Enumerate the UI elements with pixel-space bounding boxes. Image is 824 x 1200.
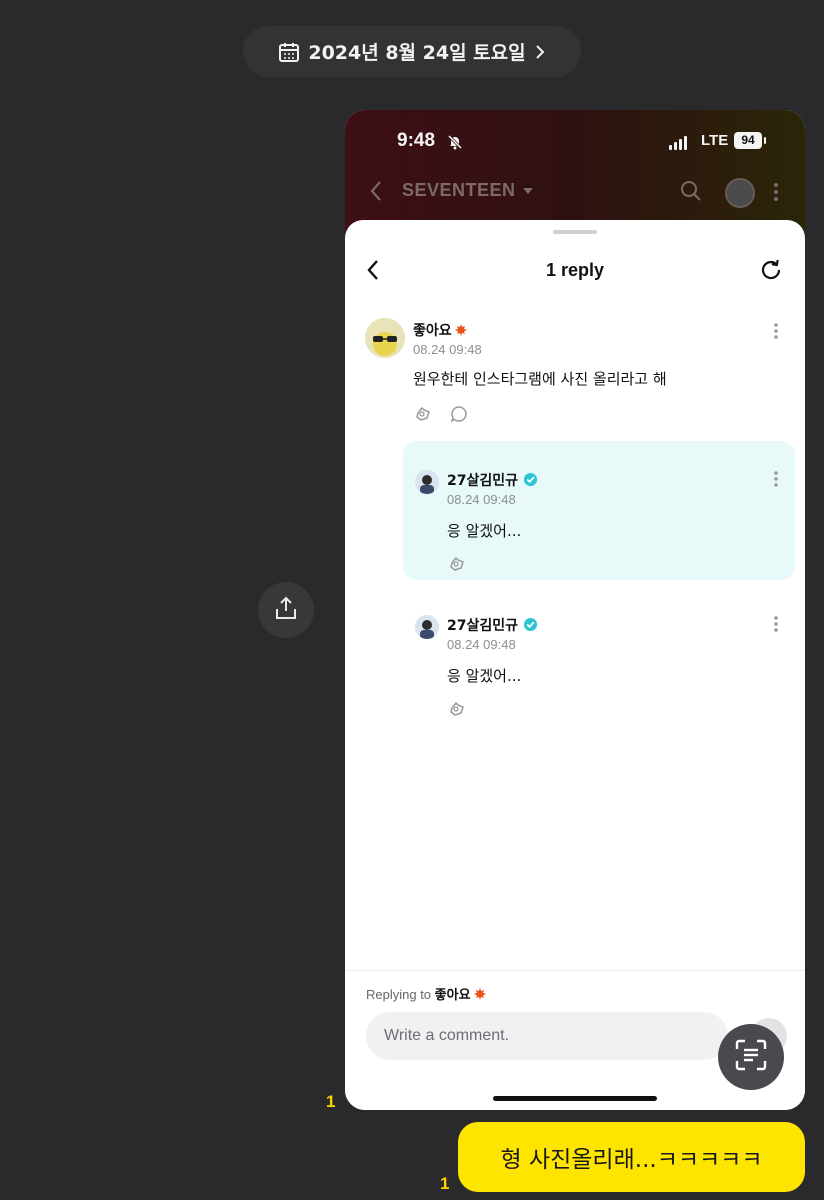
reply-author[interactable]: 27살김민규 xyxy=(447,470,538,490)
app-header: SEVENTEEN xyxy=(345,176,805,210)
commenter-avatar[interactable] xyxy=(365,318,405,358)
status-bar: 9:48 LTE 94 xyxy=(345,128,805,158)
maple-leaf-icon xyxy=(454,323,468,337)
photo-message[interactable]: 9:48 LTE 94 SEVENTEEN 1 reply 좋아요 08.24 … xyxy=(345,110,805,1110)
reply-more-icon[interactable] xyxy=(773,615,779,637)
date-header[interactable]: 2024년 8월 24일 토요일 xyxy=(243,26,581,77)
sheet-grabber[interactable] xyxy=(553,230,597,234)
verified-badge-icon xyxy=(523,617,538,634)
sheet-title: 1 reply xyxy=(545,260,605,280)
text-scan-button[interactable] xyxy=(718,1024,784,1090)
back-icon[interactable] xyxy=(369,180,383,206)
like-icon[interactable] xyxy=(413,404,433,428)
status-time: 9:48 xyxy=(397,130,436,151)
unread-count: 1 xyxy=(326,1092,336,1111)
profile-avatar[interactable] xyxy=(725,178,755,208)
comment-input[interactable] xyxy=(366,1012,728,1060)
replies-sheet: 1 reply 좋아요 08.24 09:48 원우한테 인스타그램에 사진 올… xyxy=(345,220,805,1110)
reply-date: 08.24 09:48 xyxy=(447,637,516,652)
reply-author[interactable]: 27살김민규 xyxy=(447,615,538,635)
comment-author-name: 좋아요 xyxy=(413,323,452,339)
comment-text: 원우한테 인스타그램에 사진 올리라고 해 xyxy=(413,370,667,388)
comment-more-icon[interactable] xyxy=(773,322,779,344)
replying-prefix: Replying to xyxy=(366,987,432,1002)
refresh-icon[interactable] xyxy=(759,258,783,286)
comment-author[interactable]: 좋아요 xyxy=(413,320,468,340)
reply-author-name: 27살김민규 xyxy=(447,473,519,489)
reply-more-icon[interactable] xyxy=(773,470,779,492)
caret-down-icon xyxy=(523,188,533,194)
message-bubble[interactable]: 형 사진올리래...ㅋㅋㅋㅋㅋ xyxy=(458,1122,805,1192)
battery-icon: 94 xyxy=(734,132,766,149)
replier-avatar[interactable] xyxy=(415,470,439,494)
reply-author-name: 27살김민규 xyxy=(447,618,519,634)
more-vertical-icon[interactable] xyxy=(773,182,779,206)
app-title[interactable]: SEVENTEEN xyxy=(402,180,516,201)
share-button[interactable] xyxy=(258,582,314,638)
reply-text: 응 알겠어... xyxy=(447,667,522,685)
replying-name: 좋아요 xyxy=(434,987,471,1002)
verified-badge-icon xyxy=(523,472,538,489)
comment-date: 08.24 09:48 xyxy=(413,342,482,357)
like-icon[interactable] xyxy=(447,699,467,723)
reply-item: 27살김민규 08.24 09:48 응 알겠어... xyxy=(345,603,805,723)
reply-date: 08.24 09:48 xyxy=(447,492,516,507)
bell-slash-icon xyxy=(447,134,463,154)
date-label: 2024년 8월 24일 토요일 xyxy=(308,42,526,64)
replying-to: Replying to 좋아요 xyxy=(366,984,487,1003)
chevron-right-icon xyxy=(534,44,546,60)
reply-bubble-icon[interactable] xyxy=(449,404,469,428)
replier-avatar[interactable] xyxy=(415,615,439,639)
message-text: 형 사진올리래...ㅋㅋㅋㅋㅋ xyxy=(500,1147,763,1173)
signal-icon xyxy=(669,136,687,150)
share-icon xyxy=(273,595,299,625)
comment-item: 좋아요 08.24 09:48 원우한테 인스타그램에 사진 올리라고 해 xyxy=(345,318,805,438)
text-scan-icon xyxy=(734,1038,768,1076)
unread-count: 1 xyxy=(440,1174,450,1193)
network-label: LTE xyxy=(701,132,729,149)
search-icon[interactable] xyxy=(679,179,703,207)
reply-item: 27살김민규 08.24 09:48 응 알겠어... xyxy=(345,458,805,578)
reply-text: 응 알겠어... xyxy=(447,522,522,540)
composer-divider xyxy=(345,970,805,971)
calendar-icon xyxy=(278,41,300,63)
maple-leaf-icon xyxy=(473,987,487,1001)
home-indicator xyxy=(493,1096,657,1101)
like-icon[interactable] xyxy=(447,554,467,578)
